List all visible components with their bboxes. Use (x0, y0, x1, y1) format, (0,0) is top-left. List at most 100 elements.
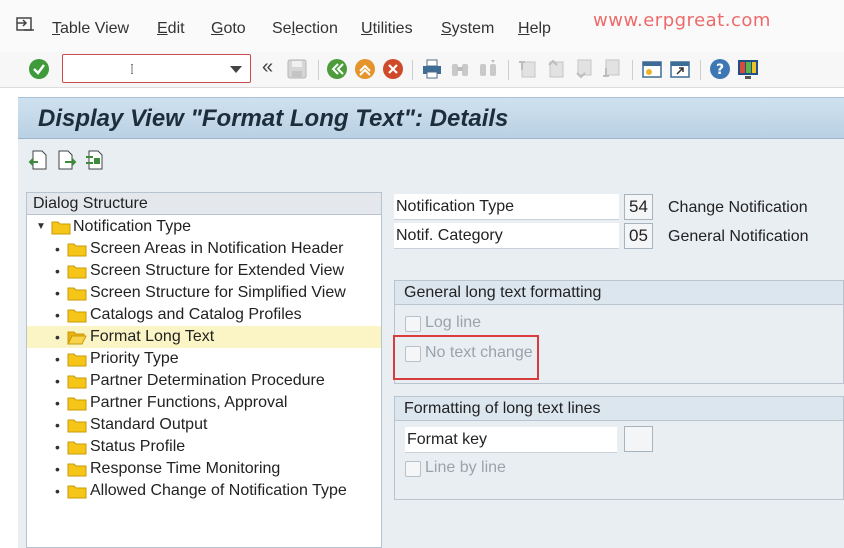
watermark: www.erpgreat.com (593, 10, 771, 31)
sap-menu-icon[interactable] (16, 17, 36, 33)
last-page-icon[interactable] (601, 58, 623, 80)
menu-system[interactable]: System (441, 20, 494, 38)
folder-icon (67, 419, 87, 433)
save-icon[interactable] (286, 58, 308, 80)
format-key-label: Format key (405, 427, 617, 453)
chevron-down-icon[interactable] (229, 64, 243, 74)
dialog-structure-header: Dialog Structure (27, 193, 381, 215)
menu-utilities[interactable]: Utilities (361, 20, 413, 38)
find-next-icon[interactable] (477, 58, 499, 80)
tree-label: Screen Structure for Simplified View (90, 284, 346, 301)
previous-entry-icon[interactable] (28, 149, 48, 171)
help-icon[interactable]: ? (709, 58, 731, 80)
tree-label: Format Long Text (90, 328, 215, 345)
bullet-icon: • (55, 439, 60, 455)
folder-icon (67, 375, 87, 389)
notification-type-label: Notification Type (394, 194, 619, 220)
checkbox-label: Log line (425, 314, 482, 331)
screen-title-bar: Display View "Format Long Text": Details (18, 97, 844, 139)
group-title: Formatting of long text lines (395, 397, 843, 421)
customize-layout-icon[interactable] (737, 58, 759, 80)
group-title: General long text formatting (395, 281, 843, 305)
bullet-icon: • (55, 285, 60, 301)
toolbar-toggle[interactable]: « (262, 56, 273, 79)
tree-label: Notification Type (73, 218, 191, 235)
tree-item-priority-type[interactable]: • Priority Type (27, 348, 381, 370)
svg-text:?: ? (716, 62, 724, 78)
shortcut-icon[interactable] (669, 58, 691, 80)
tree-label: Partner Functions, Approval (90, 394, 288, 411)
highlight-annotation (393, 335, 539, 380)
command-field[interactable] (62, 54, 251, 83)
menu-help[interactable]: Help (518, 20, 551, 38)
enter-check-icon[interactable] (28, 58, 50, 80)
menu-selection[interactable]: Selection (272, 20, 338, 38)
tree-item-extended-view[interactable]: • Screen Structure for Extended View (27, 260, 381, 282)
find-icon[interactable] (449, 58, 471, 80)
tree-item-partner-determination[interactable]: • Partner Determination Procedure (27, 370, 381, 392)
expand-arrow-icon[interactable]: ▼ (36, 216, 46, 238)
tree-item-partner-functions[interactable]: • Partner Functions, Approval (27, 392, 381, 414)
next-page-icon[interactable] (573, 58, 595, 80)
folder-icon (67, 397, 87, 411)
new-session-icon[interactable] (641, 58, 663, 80)
line-by-line-checkbox[interactable]: Line by line (405, 459, 535, 479)
tree-item-response-time[interactable]: • Response Time Monitoring (27, 458, 381, 480)
page-title: Display View "Format Long Text": Details (38, 105, 509, 132)
notification-type-field[interactable]: 54 (624, 194, 653, 220)
folder-icon (67, 243, 87, 257)
application-toolbar (18, 139, 844, 181)
tree-item-standard-output[interactable]: • Standard Output (27, 414, 381, 436)
tree-item-catalogs[interactable]: • Catalogs and Catalog Profiles (27, 304, 381, 326)
folder-icon (67, 265, 87, 279)
bullet-icon: • (55, 329, 60, 345)
tree-item-format-long-text[interactable]: • Format Long Text (27, 326, 381, 348)
bullet-icon: • (55, 483, 60, 499)
tree-label: Response Time Monitoring (90, 460, 281, 477)
back-icon[interactable] (326, 58, 348, 80)
notification-type-description: Change Notification (668, 199, 808, 216)
bullet-icon: • (55, 461, 60, 477)
cancel-icon[interactable] (382, 58, 404, 80)
folder-icon (67, 463, 87, 477)
print-icon[interactable] (421, 58, 443, 80)
dialog-structure-panel: Dialog Structure ▼ Notification Type • S… (26, 192, 382, 548)
first-page-icon[interactable] (517, 58, 539, 80)
folder-icon (67, 309, 87, 323)
tree-item-screen-areas[interactable]: • Screen Areas in Notification Header (27, 238, 381, 260)
next-entry-icon[interactable] (57, 149, 77, 171)
checkbox[interactable] (405, 461, 421, 477)
menu-table-view[interactable]: Table View (52, 20, 129, 38)
folder-icon (67, 353, 87, 367)
tree-label: Status Profile (90, 438, 186, 455)
toolbar-separator (632, 60, 633, 80)
toolbar-separator (508, 60, 509, 80)
tree-label: Screen Structure for Extended View (90, 262, 345, 279)
checkbox-label: Line by line (425, 459, 506, 476)
folder-icon (51, 221, 71, 235)
tree-label: Partner Determination Procedure (90, 372, 325, 389)
menu-goto[interactable]: Goto (211, 20, 246, 38)
tree-item-allowed-change[interactable]: • Allowed Change of Notification Type (27, 480, 381, 502)
notification-category-field[interactable]: 05 (624, 223, 653, 249)
bullet-icon: • (55, 351, 60, 367)
tree-label: Catalogs and Catalog Profiles (90, 306, 302, 323)
exit-icon[interactable] (354, 58, 376, 80)
notification-category-description: General Notification (668, 228, 809, 245)
tree-label: Standard Output (90, 416, 208, 433)
format-key-field[interactable] (624, 426, 653, 452)
menu-edit[interactable]: Edit (157, 20, 185, 38)
bullet-icon: • (55, 241, 60, 257)
command-input[interactable] (67, 58, 227, 79)
bullet-icon: • (55, 307, 60, 323)
log-line-checkbox[interactable]: Log line (405, 314, 525, 334)
bullet-icon: • (55, 373, 60, 389)
tree-item-simplified-view[interactable]: • Screen Structure for Simplified View (27, 282, 381, 304)
folder-icon (67, 441, 87, 455)
tree-root-notification-type[interactable]: ▼ Notification Type (27, 216, 381, 238)
toolbar-separator (412, 60, 413, 80)
select-entry-icon[interactable] (84, 149, 104, 171)
tree-item-status-profile[interactable]: • Status Profile (27, 436, 381, 458)
checkbox[interactable] (405, 316, 421, 332)
previous-page-icon[interactable] (545, 58, 567, 80)
